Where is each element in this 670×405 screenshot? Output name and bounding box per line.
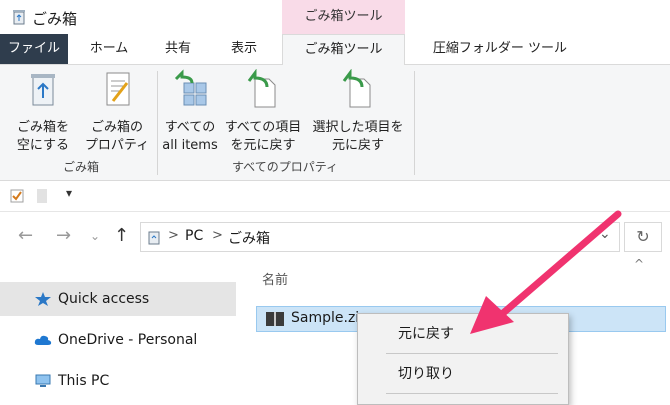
customize-toolbar-icon[interactable]: ▾ xyxy=(66,186,72,200)
navigation-pane: Quick access OneDrive - Personal This PC xyxy=(0,262,240,400)
ribbon-divider-2 xyxy=(414,71,415,175)
properties-icon xyxy=(106,72,130,106)
restore-all-label-1: すべての xyxy=(164,120,216,135)
refresh-button[interactable]: ↻ xyxy=(624,222,662,252)
nav-label-quick-access: Quick access xyxy=(58,291,150,307)
tab-file[interactable]: ファイル xyxy=(0,34,68,64)
menu-separator-2 xyxy=(386,393,558,394)
quick-access-toolbar: ▾ xyxy=(0,181,670,212)
menu-label-cut: 切り取り xyxy=(398,366,454,382)
collapse-chevron-icon[interactable]: ^ xyxy=(634,257,644,271)
restore-selected-items-button[interactable]: 選択した項目を 元に戻す xyxy=(308,68,408,155)
tab-home[interactable]: ホーム xyxy=(78,34,140,64)
zip-file-icon xyxy=(266,312,284,326)
breadcrumb-separator: > xyxy=(168,228,179,243)
restore-all-items-button[interactable]: すべての all items xyxy=(160,69,220,155)
refresh-icon: ↻ xyxy=(636,227,650,246)
file-name: Sample.zi xyxy=(291,310,360,326)
address-bar[interactable]: > PC > ごみ箱 ⌄ xyxy=(140,222,620,252)
restore-all-icon xyxy=(174,69,207,106)
menu-item-cut[interactable]: 切り取り xyxy=(358,358,566,390)
restore-all-label-2: all items xyxy=(162,138,218,153)
empty-label-2: 空にする xyxy=(16,138,70,153)
breadcrumb-pc[interactable]: PC xyxy=(185,228,203,244)
back-arrow-icon[interactable]: ← xyxy=(18,225,33,246)
recycle-bin-properties-button[interactable]: ごみ箱の プロパティ xyxy=(82,69,152,155)
restore-all2-label-2: を元に戻す xyxy=(230,138,296,153)
forward-arrow-icon[interactable]: → xyxy=(56,225,71,246)
nav-item-this-pc[interactable]: This PC xyxy=(0,364,236,398)
breadcrumb-separator-2: > xyxy=(212,228,223,243)
nav-item-onedrive[interactable]: OneDrive - Personal xyxy=(0,323,236,357)
title-bar: ごみ箱 ごみ箱ツール xyxy=(0,0,670,34)
restore-all2-label-1: すべての項目 xyxy=(224,120,302,135)
computer-icon xyxy=(35,374,51,387)
cloud-icon xyxy=(34,335,52,345)
tab-view[interactable]: 表示 xyxy=(214,34,274,64)
ribbon-divider xyxy=(157,71,158,175)
nav-item-quick-access[interactable]: Quick access xyxy=(0,282,236,316)
group-label-restore: すべてのプロパティ xyxy=(232,160,338,174)
context-menu: 元に戻す 切り取り xyxy=(357,313,569,405)
star-icon xyxy=(35,292,51,306)
breadcrumb-recycle-bin[interactable]: ごみ箱 xyxy=(228,228,270,248)
ribbon: ごみ箱を 空にする ごみ箱の プロパティ ごみ箱 すべての all items … xyxy=(0,65,670,181)
group-label-recycle: ごみ箱 xyxy=(62,160,99,174)
nav-label-onedrive: OneDrive - Personal xyxy=(58,332,198,348)
navigation-bar: ← → ⌄ ↑ > PC > ごみ箱 ⌄ ↻ xyxy=(0,212,670,262)
empty-recycle-bin-icon xyxy=(31,74,55,106)
restore-all-items-button-2[interactable]: すべての項目 を元に戻す xyxy=(222,68,304,155)
address-dropdown-icon[interactable]: ⌄ xyxy=(599,226,611,242)
context-group-text: ごみ箱ツール xyxy=(304,9,383,24)
up-arrow-icon[interactable]: ↑ xyxy=(114,225,129,246)
menu-item-restore[interactable]: 元に戻す xyxy=(358,318,566,350)
nav-label-this-pc: This PC xyxy=(58,373,110,389)
recent-locations-icon[interactable]: ⌄ xyxy=(90,229,100,243)
restore-document-icon xyxy=(247,68,276,108)
recycle-bin-icon xyxy=(13,10,25,25)
window-title: ごみ箱 xyxy=(32,10,78,28)
empty-label-1: ごみ箱を xyxy=(16,120,69,135)
props-label-1: ごみ箱の xyxy=(90,120,143,135)
restore-sel-label-1: 選択した項目を xyxy=(312,120,404,135)
menu-label-restore: 元に戻す xyxy=(398,326,454,342)
properties-check-icon[interactable] xyxy=(10,189,24,203)
context-tab-group-label: ごみ箱ツール xyxy=(282,0,405,34)
restore-sel-label-2: 元に戻す xyxy=(331,138,384,153)
tab-recycle-bin-tools[interactable]: ごみ箱ツール xyxy=(282,34,405,65)
recycle-bin-small-icon xyxy=(148,231,160,245)
new-folder-icon[interactable] xyxy=(36,188,48,204)
restore-selected-icon xyxy=(342,68,371,108)
props-label-2: プロパティ xyxy=(84,138,150,153)
column-header-name[interactable]: 名前 xyxy=(262,269,288,288)
tab-compressed-folder-tools[interactable]: 圧縮フォルダー ツール xyxy=(420,34,580,64)
tab-share[interactable]: 共有 xyxy=(150,34,206,64)
empty-recycle-bin-button[interactable]: ごみ箱を 空にする xyxy=(10,69,76,155)
ribbon-tabs: ファイル ホーム 共有 表示 ごみ箱ツール 圧縮フォルダー ツール xyxy=(0,34,670,65)
menu-separator xyxy=(386,353,558,354)
